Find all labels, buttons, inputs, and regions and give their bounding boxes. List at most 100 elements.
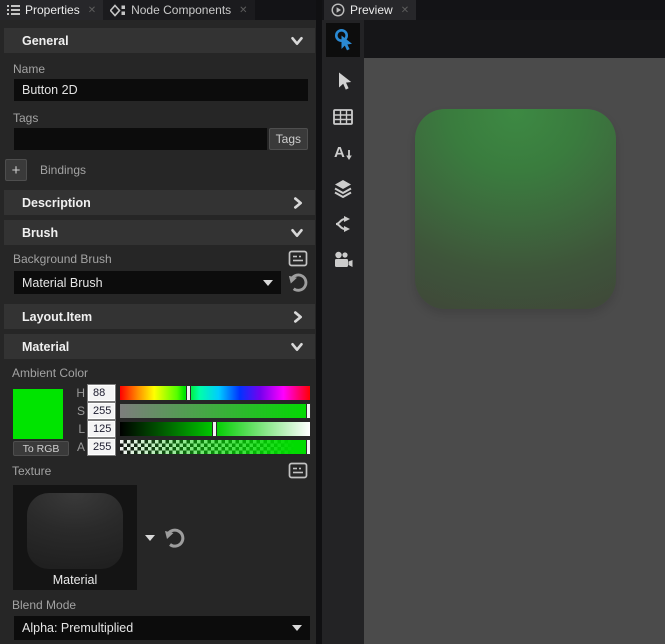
alpha-value[interactable]: 255: [88, 439, 115, 455]
background-brush-dropdown[interactable]: Material Brush: [14, 271, 281, 294]
node-components-icon: [110, 4, 126, 17]
alpha-slider[interactable]: [120, 440, 310, 454]
to-rgb-label: To RGB: [23, 443, 60, 455]
hue-slider[interactable]: [120, 386, 310, 400]
blend-mode-label: Blend Mode: [0, 598, 316, 612]
name-input[interactable]: [14, 79, 308, 101]
alpha-slider-handle[interactable]: [306, 439, 311, 455]
tab-properties-label: Properties: [25, 3, 80, 17]
section-description-title: Description: [22, 196, 91, 210]
hue-label: H: [73, 386, 85, 400]
section-layout-item[interactable]: Layout.Item: [4, 304, 315, 329]
background-brush-value: Material Brush: [22, 276, 263, 290]
lightness-label: L: [73, 422, 85, 436]
lightness-row: L 125: [73, 422, 310, 436]
saturation-value[interactable]: 255: [88, 403, 115, 419]
texture-thumbnail: [27, 493, 123, 569]
lightness-slider-handle[interactable]: [212, 421, 217, 437]
name-label: Name: [0, 62, 316, 76]
section-description[interactable]: Description: [4, 190, 315, 215]
layers-tool[interactable]: [326, 173, 360, 203]
lightness-slider[interactable]: [120, 422, 310, 436]
tags-input[interactable]: [14, 128, 267, 150]
chevron-down-icon: [289, 226, 305, 240]
tab-preview[interactable]: Preview ✕: [324, 0, 416, 20]
list-icon: [7, 4, 20, 16]
section-material-title: Material: [22, 340, 69, 354]
alpha-label: A: [73, 440, 85, 454]
to-rgb-button[interactable]: To RGB: [13, 441, 69, 456]
close-icon[interactable]: ✕: [239, 5, 247, 16]
preview-canvas[interactable]: [364, 58, 665, 644]
tags-button[interactable]: Tags: [269, 128, 308, 150]
background-brush-label: Background Brush: [0, 252, 112, 266]
dropdown-caret-icon: [292, 625, 302, 631]
section-brush[interactable]: Brush: [4, 220, 315, 245]
dropdown-caret-icon[interactable]: [145, 535, 155, 541]
camera-tool[interactable]: [326, 245, 360, 275]
app-window: Properties ✕ Node Components ✕ General: [0, 0, 665, 644]
chevron-right-icon: [291, 309, 305, 325]
play-circle-icon: [331, 3, 345, 17]
grid-tool[interactable]: [326, 102, 360, 132]
saturation-slider-handle[interactable]: [306, 403, 311, 419]
reset-icon[interactable]: [163, 527, 185, 549]
tab-node-components-label: Node Components: [131, 3, 231, 17]
open-editor-icon[interactable]: [288, 250, 308, 268]
reset-icon[interactable]: [287, 272, 308, 293]
hue-slider-handle[interactable]: [186, 385, 191, 401]
right-tabbar: Preview ✕: [322, 0, 665, 20]
grid-icon: [333, 109, 353, 125]
alpha-row: A 255: [73, 440, 310, 454]
saturation-label: S: [73, 404, 85, 418]
stage-top-strip: [364, 20, 665, 58]
saturation-slider[interactable]: [120, 404, 310, 418]
section-layout-item-title: Layout.Item: [22, 310, 92, 324]
video-camera-icon: [333, 251, 354, 269]
hue-row: H 88: [73, 386, 310, 400]
texture-preview[interactable]: Material: [13, 485, 137, 590]
branch-arrows-icon: [333, 215, 353, 233]
saturation-row: S 255: [73, 404, 310, 418]
hue-value[interactable]: 88: [88, 385, 115, 401]
section-material[interactable]: Material: [4, 334, 315, 359]
texture-name: Material: [53, 573, 97, 587]
lightness-value[interactable]: 125: [88, 421, 115, 437]
blend-mode-dropdown[interactable]: Alpha: Premultiplied: [14, 616, 310, 640]
close-icon[interactable]: ✕: [88, 5, 96, 16]
properties-body: General Name Tags Tags +: [0, 20, 316, 644]
color-swatch[interactable]: [13, 389, 63, 439]
color-editor: To RGB H 88 S 255: [0, 386, 316, 458]
button-2d-preview[interactable]: [415, 109, 616, 309]
chevron-down-icon: [289, 34, 305, 48]
connections-tool[interactable]: [326, 209, 360, 239]
arrow-cursor-icon: [334, 71, 352, 91]
section-brush-title: Brush: [22, 226, 58, 240]
properties-panel: Properties ✕ Node Components ✕ General: [0, 0, 316, 644]
plus-icon: +: [12, 162, 21, 179]
add-binding-button[interactable]: +: [5, 159, 27, 181]
bindings-label: Bindings: [40, 163, 86, 177]
ambient-color-label: Ambient Color: [0, 366, 316, 380]
texture-label: Texture: [0, 464, 51, 478]
select-tool[interactable]: [326, 66, 360, 96]
preview-panel: Preview ✕: [316, 0, 665, 644]
tab-preview-label: Preview: [350, 3, 393, 17]
interact-cursor-icon: [332, 28, 354, 52]
tab-properties[interactable]: Properties ✕: [0, 0, 103, 20]
close-icon[interactable]: ✕: [401, 5, 409, 16]
svg-text:A: A: [334, 144, 345, 161]
tab-node-components[interactable]: Node Components ✕: [103, 0, 254, 20]
chevron-down-icon: [289, 340, 305, 354]
section-general[interactable]: General: [4, 28, 315, 53]
interact-tool[interactable]: [326, 23, 360, 57]
tags-button-label: Tags: [276, 132, 301, 146]
blend-mode-value: Alpha: Premultiplied: [22, 621, 292, 635]
layers-icon: [333, 179, 353, 198]
preview-toolbar: A: [322, 20, 364, 644]
text-icon: A: [333, 143, 353, 161]
text-tool[interactable]: A: [326, 137, 360, 167]
section-general-title: General: [22, 34, 69, 48]
preview-stage: [364, 20, 665, 644]
open-editor-icon[interactable]: [288, 462, 308, 480]
